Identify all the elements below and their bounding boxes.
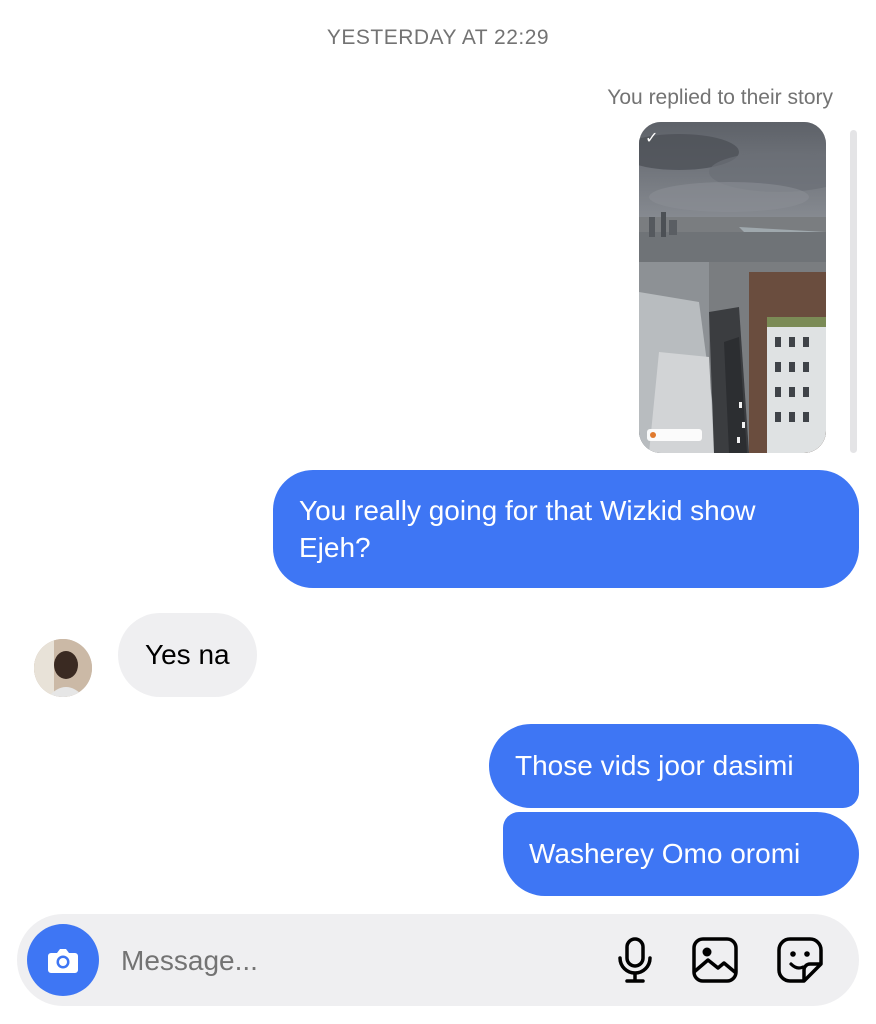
microphone-icon [618,937,652,983]
story-thumbnail[interactable]: ✓ [639,122,826,453]
gallery-button[interactable] [689,934,741,986]
image-gallery-icon [692,937,738,983]
chat-thread: YESTERDAY AT 22:29 You replied to their … [0,0,876,1024]
story-reply-bar [850,130,857,453]
sender-avatar[interactable] [34,639,92,697]
story-city-image [639,122,826,453]
microphone-button[interactable] [609,934,661,986]
camera-button[interactable] [27,924,99,996]
thread-timestamp: YESTERDAY AT 22:29 [326,26,550,49]
sticker-icon [777,937,823,983]
checkmark-icon: ✓ [645,130,659,147]
message-input[interactable] [119,940,583,982]
message-composer [17,914,859,1006]
message-incoming[interactable]: Yes na [118,613,257,697]
message-outgoing[interactable]: You really going for that Wizkid show Ej… [273,470,859,588]
sticker-button[interactable] [774,934,826,986]
message-outgoing[interactable]: Washerey Omo oromi [503,812,859,896]
avatar-image [34,639,92,697]
story-reply-caption: You replied to their story [607,86,833,109]
message-outgoing[interactable]: Those vids joor dasimi [489,724,859,808]
camera-icon [48,949,78,973]
